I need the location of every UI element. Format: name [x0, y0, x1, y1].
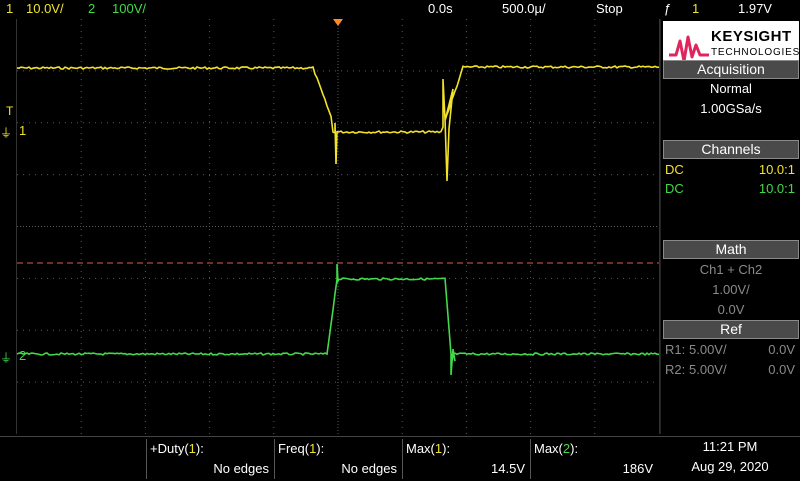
- acquisition-mode: Normal: [710, 81, 752, 96]
- math-offset: 0.0V: [717, 302, 745, 317]
- measurement-value: No edges: [213, 461, 269, 476]
- ch2-ground-marker[interactable]: ⏚: [0, 349, 12, 366]
- measurement-value: 186V: [622, 461, 653, 476]
- measurement-max-ch2[interactable]: Max(2): 186V: [530, 439, 657, 479]
- ch2-marker-label[interactable]: 2: [19, 348, 26, 363]
- trigger-level[interactable]: 1.97V: [738, 0, 772, 18]
- measurement-duty[interactable]: +Duty(1): No edges: [146, 439, 273, 479]
- side-panel: KEYSIGHT TECHNOLOGIES Acquisition Normal…: [660, 19, 800, 434]
- waveform-graticule: [17, 19, 659, 434]
- acquisition-header[interactable]: Acquisition: [663, 60, 799, 79]
- graticule-grid: [17, 19, 659, 434]
- ch1-coupling: DC: [665, 162, 684, 177]
- trigger-channel[interactable]: 1: [692, 0, 699, 18]
- clock: 11:21 PM Aug 29, 2020: [660, 437, 800, 481]
- ch2-probe-ratio: 10.0:1: [758, 181, 795, 196]
- ch1-number[interactable]: 1: [6, 0, 13, 18]
- time-offset[interactable]: 0.0s: [428, 0, 453, 18]
- run-state[interactable]: Stop: [596, 0, 623, 18]
- sample-rate: 1.00GSa/s: [700, 101, 762, 116]
- math-header[interactable]: Math: [663, 240, 799, 259]
- brand-subtitle: TECHNOLOGIES: [711, 47, 800, 58]
- ref2-offset: 0.0V: [768, 362, 795, 377]
- ch1-probe-ratio: 10.0:1: [758, 162, 795, 177]
- ch1-ground-marker[interactable]: ⏚: [0, 124, 12, 141]
- ref-header[interactable]: Ref: [663, 320, 799, 339]
- ref1-offset: 0.0V: [768, 342, 795, 357]
- ch2-number[interactable]: 2: [88, 0, 95, 18]
- measurement-label: +Duty(1):: [150, 441, 204, 456]
- trigger-level-marker[interactable]: T: [6, 104, 13, 118]
- ref2-label: R2:: [665, 362, 686, 377]
- ref2-scale: 5.00V/: [689, 362, 727, 377]
- status-bar: 1 10.0V/ 2 100V/ 0.0s 500.0µ/ Stop ƒ 1 1…: [0, 0, 800, 18]
- wave-logo-icon: [669, 35, 709, 63]
- ch2-scale[interactable]: 100V/: [112, 0, 146, 18]
- trigger-position-icon[interactable]: [333, 19, 343, 26]
- ch1-marker-label[interactable]: 1: [19, 123, 26, 138]
- math-scale: 1.00V/: [712, 282, 750, 297]
- ref1-label: R1:: [665, 342, 686, 357]
- ch1-scale[interactable]: 10.0V/: [26, 0, 64, 18]
- measurement-bar: +Duty(1): No edges Freq(1): No edges Max…: [0, 436, 800, 481]
- measurement-label: Max(2):: [534, 441, 579, 456]
- measurement-value: 14.5V: [491, 461, 525, 476]
- clock-date: Aug 29, 2020: [691, 459, 769, 474]
- clock-time: 11:21 PM: [702, 439, 758, 454]
- time-scale[interactable]: 500.0µ/: [502, 0, 546, 18]
- channels-header[interactable]: Channels: [663, 140, 799, 159]
- measurement-label: Max(1):: [406, 441, 451, 456]
- measurement-label: Freq(1):: [278, 441, 325, 456]
- measurement-value: No edges: [341, 461, 397, 476]
- waveform-display[interactable]: [16, 19, 660, 434]
- brand-name: KEYSIGHT: [711, 28, 792, 45]
- ch2-coupling: DC: [665, 181, 684, 196]
- math-function: Ch1 + Ch2: [699, 262, 763, 277]
- ref1-scale: 5.00V/: [689, 342, 727, 357]
- measurement-freq[interactable]: Freq(1): No edges: [274, 439, 401, 479]
- trigger-edge-icon[interactable]: ƒ: [664, 0, 671, 18]
- measurement-max-ch1[interactable]: Max(1): 14.5V: [402, 439, 529, 479]
